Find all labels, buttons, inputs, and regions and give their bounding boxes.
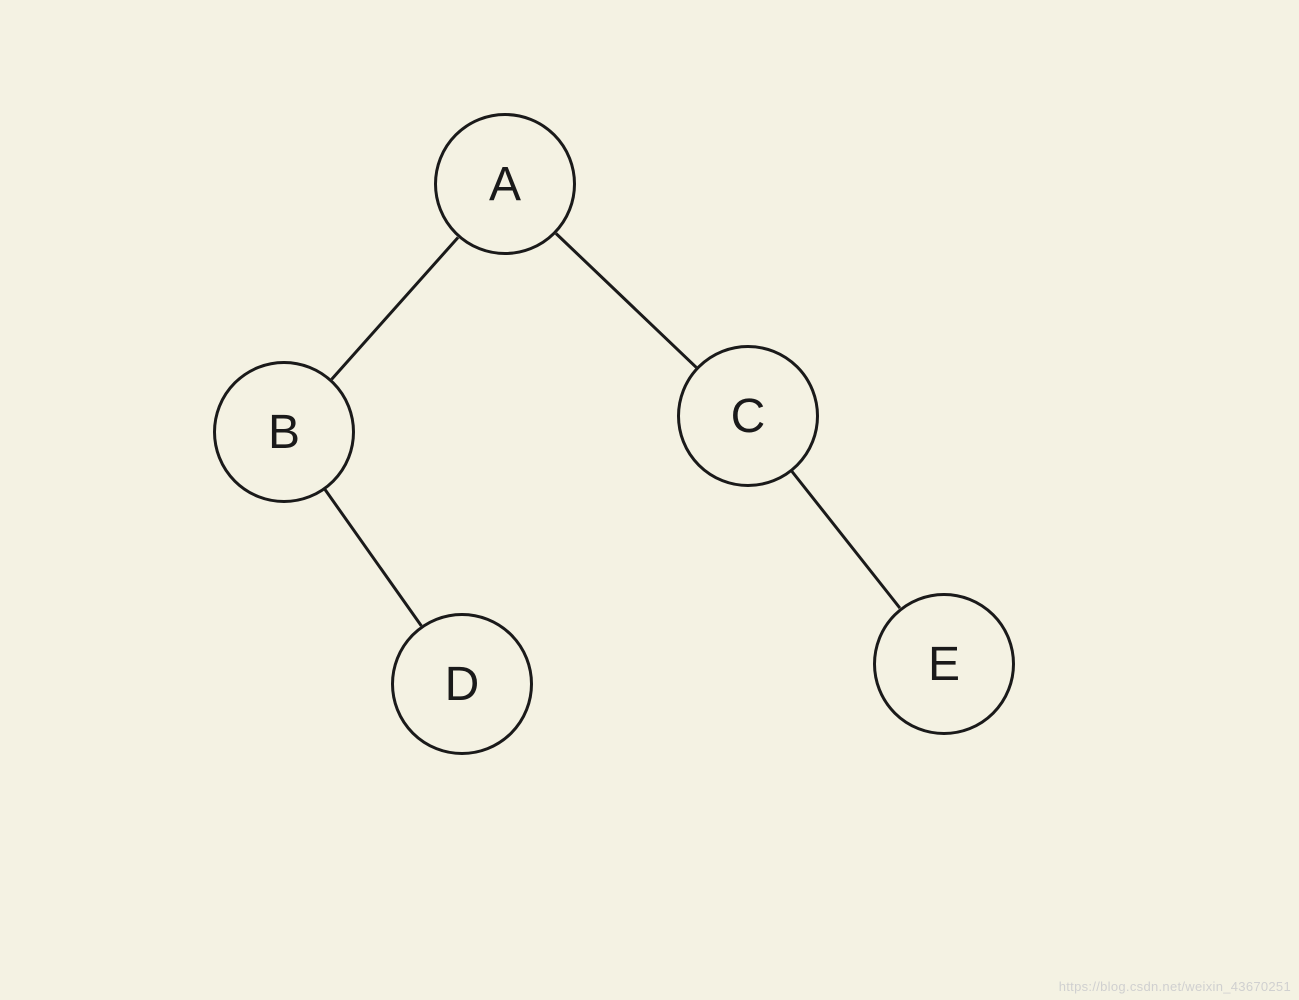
edge-b-d <box>324 489 423 627</box>
node-b-label: B <box>268 405 300 460</box>
watermark-text: https://blog.csdn.net/weixin_43670251 <box>1059 979 1291 994</box>
node-e: E <box>873 593 1015 735</box>
node-d-label: D <box>445 657 480 712</box>
edge-c-e <box>791 471 901 609</box>
node-d: D <box>391 613 533 755</box>
node-e-label: E <box>928 637 960 692</box>
edge-a-c <box>555 232 697 368</box>
node-b: B <box>213 361 355 503</box>
edge-a-b <box>330 236 459 380</box>
node-c-label: C <box>731 389 766 444</box>
node-a: A <box>434 113 576 255</box>
tree-diagram: A B C D E <box>0 0 1238 1000</box>
node-c: C <box>677 345 819 487</box>
node-a-label: A <box>489 157 521 212</box>
